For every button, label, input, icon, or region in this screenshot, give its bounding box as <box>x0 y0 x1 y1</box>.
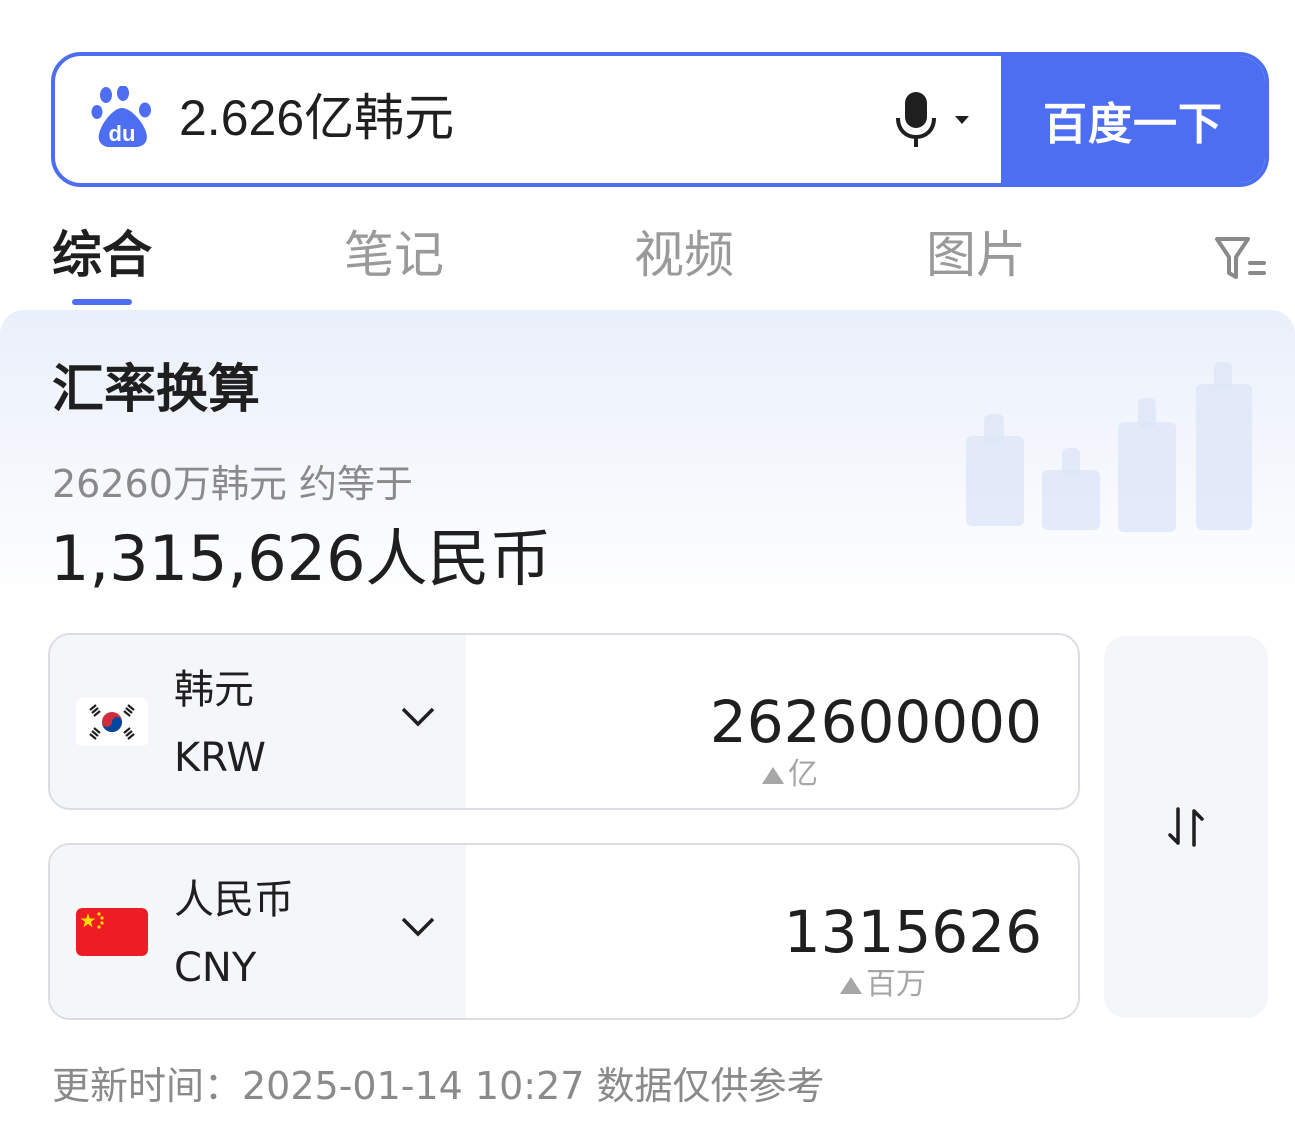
conversion-result: 1,315,626人民币 <box>50 522 552 595</box>
from-amount-field[interactable]: 262600000 亿 <box>466 635 1078 808</box>
to-unit-hint: 百万 <box>840 967 926 1003</box>
from-unit-hint: 亿 <box>762 757 818 793</box>
to-amount-value[interactable]: 1315626 <box>784 897 1042 967</box>
from-currency-code: KRW <box>174 735 266 781</box>
to-currency-selector[interactable]: 人民币 CNY <box>50 845 466 1018</box>
svg-text:du: du <box>109 121 136 146</box>
tab-comprehensive[interactable]: 综合 <box>52 223 152 287</box>
from-amount-value[interactable]: 262600000 <box>710 687 1042 757</box>
update-time: 更新时间：2025-01-14 10:27 数据仅供参考 <box>52 1064 825 1108</box>
search-input[interactable] <box>179 86 822 150</box>
tab-videos[interactable]: 视频 <box>634 223 734 287</box>
south-korea-flag-icon <box>76 698 148 746</box>
search-box[interactable]: du <box>55 56 1001 183</box>
conversion-subtitle: 26260万韩元 约等于 <box>52 462 413 506</box>
from-currency-row: 韩元 KRW 262600000 亿 <box>48 633 1080 810</box>
to-currency-row: 人民币 CNY 1315626 百万 <box>48 843 1080 1020</box>
from-unit-label: 亿 <box>788 757 818 792</box>
search-button[interactable]: 百度一下 <box>1001 56 1265 183</box>
from-currency-selector[interactable]: 韩元 KRW <box>50 635 466 808</box>
triangle-up-icon <box>762 766 784 784</box>
to-unit-label: 百万 <box>866 967 926 1002</box>
chevron-down-icon[interactable] <box>955 116 969 124</box>
to-currency-code: CNY <box>174 945 257 991</box>
china-flag-icon <box>76 908 148 956</box>
active-tab-indicator <box>72 299 132 305</box>
microphone-icon[interactable] <box>893 90 939 150</box>
triangle-up-icon <box>840 976 862 994</box>
tab-images[interactable]: 图片 <box>926 223 1026 287</box>
to-currency-name: 人民币 <box>174 877 294 923</box>
baidu-paw-icon: du <box>91 86 151 148</box>
tab-bar: 综合 笔记 视频 图片 <box>0 215 1295 310</box>
card-title: 汇率换算 <box>52 360 261 420</box>
from-currency-name: 韩元 <box>174 667 254 713</box>
chevron-down-icon[interactable] <box>400 915 436 939</box>
search-bar: du 百度一下 <box>51 52 1269 187</box>
swap-currency-button[interactable] <box>1104 636 1268 1018</box>
filter-icon[interactable] <box>1214 235 1270 283</box>
chevron-down-icon[interactable] <box>400 705 436 729</box>
tab-notes[interactable]: 笔记 <box>344 223 444 287</box>
to-amount-field[interactable]: 1315626 百万 <box>466 845 1078 1018</box>
swap-arrows-icon <box>1168 807 1204 847</box>
